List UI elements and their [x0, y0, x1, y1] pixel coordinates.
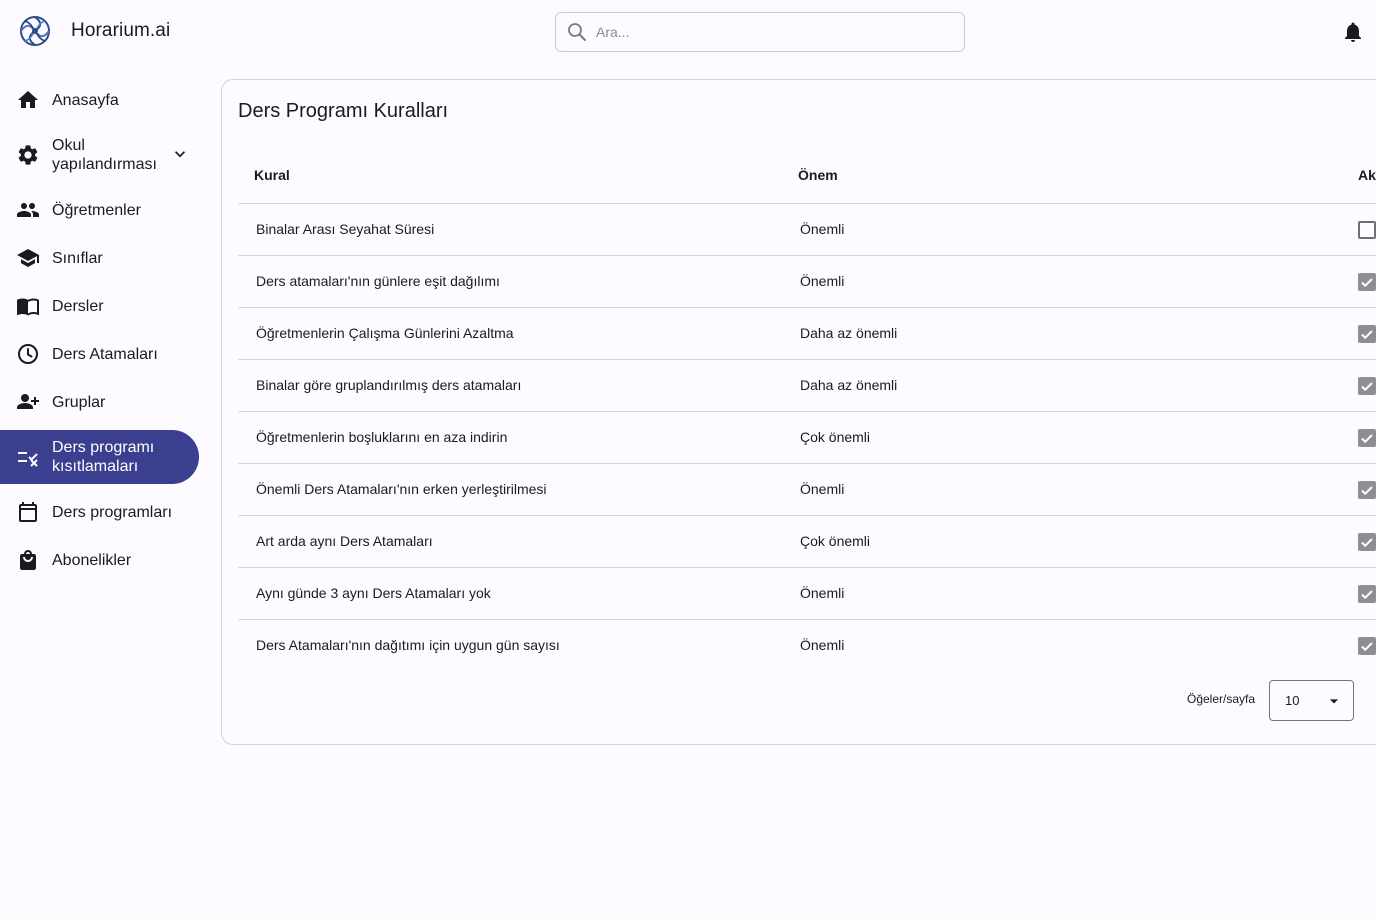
search-box[interactable]: [555, 12, 965, 52]
sidebar-item-label: Ders programları: [52, 503, 173, 521]
active-checkbox[interactable]: [1358, 325, 1376, 343]
table-row[interactable]: Art arda aynı Ders Atamaları Çok önemli: [238, 516, 1376, 568]
sidebar-item-label: Anasayfa: [52, 91, 119, 109]
items-per-page-select[interactable]: 10: [1269, 680, 1354, 721]
rule-name: Aynı günde 3 aynı Ders Atamaları yok: [256, 585, 491, 601]
rule-importance: Çok önemli: [800, 533, 871, 549]
rule-importance: Önemli: [800, 273, 845, 289]
rule-importance: Önemli: [800, 637, 845, 653]
rule-name: Öğretmenlerin boşluklarını en aza indiri…: [256, 429, 508, 445]
sidebar-item-label: Gruplar: [52, 393, 106, 411]
sidebar-item-abonelikler[interactable]: Abonelikler: [0, 536, 199, 584]
sidebar-item-siniflar[interactable]: Sınıflar: [0, 234, 199, 282]
top-bar: Horarium.ai: [0, 0, 1376, 64]
sidebar-item-ders-programi-kisitlamalari[interactable]: Ders programı kısıtlamaları: [0, 430, 199, 484]
rule-importance: Önemli: [800, 481, 845, 497]
rule-importance: Çok önemli: [800, 429, 871, 445]
active-checkbox[interactable]: [1358, 585, 1376, 603]
sidebar-item-label: Okul yapılandırması: [52, 137, 157, 173]
sidebar-item-ders-atamalari[interactable]: Ders Atamaları: [0, 330, 199, 378]
notification-bell-icon[interactable]: [1341, 20, 1365, 44]
active-checkbox[interactable]: [1358, 377, 1376, 395]
table-row[interactable]: Öğretmenlerin boşluklarını en aza indiri…: [238, 412, 1376, 464]
brand-name: Horarium.ai: [71, 20, 171, 41]
graduation-cap-icon: [17, 249, 39, 267]
chevron-down-icon[interactable]: [170, 144, 190, 164]
calendar-icon: [19, 502, 37, 522]
rule-importance: Daha az önemli: [800, 377, 898, 393]
rule-importance: Önemli: [800, 585, 845, 601]
sidebar-item-dersler[interactable]: Dersler: [0, 282, 199, 330]
rules-card: Ders Programı Kuralları Kural Önem Ak Bi…: [221, 79, 1376, 745]
shopping-bag-icon: [20, 550, 36, 570]
sidebar-item-anasayfa[interactable]: Anasayfa: [0, 76, 199, 124]
dropdown-arrow-icon: [1329, 699, 1339, 704]
column-header-importance[interactable]: Önem: [798, 167, 838, 183]
checkmark-icon: [1361, 538, 1373, 548]
add-group-icon: [17, 394, 39, 409]
sidebar-item-label: Öğretmenler: [52, 201, 141, 219]
sidebar-item-label: Ders programı kısıtlamaları: [52, 439, 155, 475]
book-icon: [17, 298, 39, 316]
sidebar-item-ogretmenler[interactable]: Öğretmenler: [0, 186, 199, 234]
table-row[interactable]: Önemli Ders Atamaları'nın erken yerleşti…: [238, 464, 1376, 516]
table-row[interactable]: Öğretmenlerin Çalışma Günlerini Azaltma …: [238, 308, 1376, 360]
checkmark-icon: [1361, 330, 1373, 340]
rule-importance: Önemli: [800, 221, 845, 237]
table-row[interactable]: Ders Atamaları'nın dağıtımı için uygun g…: [238, 620, 1376, 672]
rule-name: Ders Atamaları'nın dağıtımı için uygun g…: [256, 637, 560, 653]
checkmark-icon: [1361, 642, 1373, 652]
rule-name: Ders atamaları'nın günlere eşit dağılımı: [256, 273, 500, 289]
home-icon: [18, 91, 38, 108]
sidebar-item-label: Dersler: [52, 297, 104, 315]
active-checkbox[interactable]: [1358, 429, 1376, 447]
sidebar-item-label: Ders Atamaları: [52, 345, 158, 363]
clock-icon: [18, 344, 38, 364]
page-title: Ders Programı Kuralları: [238, 100, 449, 122]
checkmark-icon: [1361, 590, 1373, 600]
table-row[interactable]: Ders atamaları'nın günlere eşit dağılımı…: [238, 256, 1376, 308]
active-checkbox[interactable]: [1358, 273, 1376, 291]
sidebar-item-okul-yapilandirmasi[interactable]: Okul yapılandırması: [0, 124, 199, 186]
sidebar-item-gruplar[interactable]: Gruplar: [0, 378, 199, 426]
search-icon: [568, 23, 586, 41]
active-checkbox[interactable]: [1358, 481, 1376, 499]
items-per-page-label: Öğeler/sayfa: [1187, 692, 1256, 706]
rule-name: Art arda aynı Ders Atamaları: [256, 533, 433, 549]
rule-name: Binalar göre gruplandırılmış ders atamal…: [256, 377, 522, 393]
column-header-active[interactable]: Ak: [1358, 167, 1376, 183]
rule-importance: Daha az önemli: [800, 325, 898, 341]
active-checkbox[interactable]: [1358, 637, 1376, 655]
rule-name: Önemli Ders Atamaları'nın erken yerleşti…: [256, 481, 547, 497]
checkmark-icon: [1361, 434, 1373, 444]
rule-icon: [18, 452, 38, 467]
logo-icon[interactable]: [18, 14, 52, 48]
sidebar-item-label: Sınıflar: [52, 249, 103, 267]
gear-icon: [18, 145, 38, 165]
search-input[interactable]: [596, 13, 956, 51]
active-checkbox[interactable]: [1358, 533, 1376, 551]
rule-name: Binalar Arası Seyahat Süresi: [256, 221, 435, 237]
checkmark-icon: [1361, 278, 1373, 288]
sidebar-item-ders-programlari[interactable]: Ders programları: [0, 488, 199, 536]
active-checkbox[interactable]: [1358, 221, 1376, 239]
sidebar-item-label: Abonelikler: [52, 551, 132, 569]
checkmark-icon: [1361, 486, 1373, 496]
people-icon: [17, 203, 39, 217]
table-row[interactable]: Binalar Arası Seyahat Süresi Önemli: [238, 204, 1376, 256]
column-header-rule[interactable]: Kural: [254, 167, 290, 183]
checkmark-icon: [1361, 382, 1373, 392]
table-row[interactable]: Aynı günde 3 aynı Ders Atamaları yok Öne…: [238, 568, 1376, 620]
items-per-page-value: 10: [1285, 693, 1300, 708]
rule-name: Öğretmenlerin Çalışma Günlerini Azaltma: [256, 325, 514, 341]
table-row[interactable]: Binalar göre gruplandırılmış ders atamal…: [238, 360, 1376, 412]
